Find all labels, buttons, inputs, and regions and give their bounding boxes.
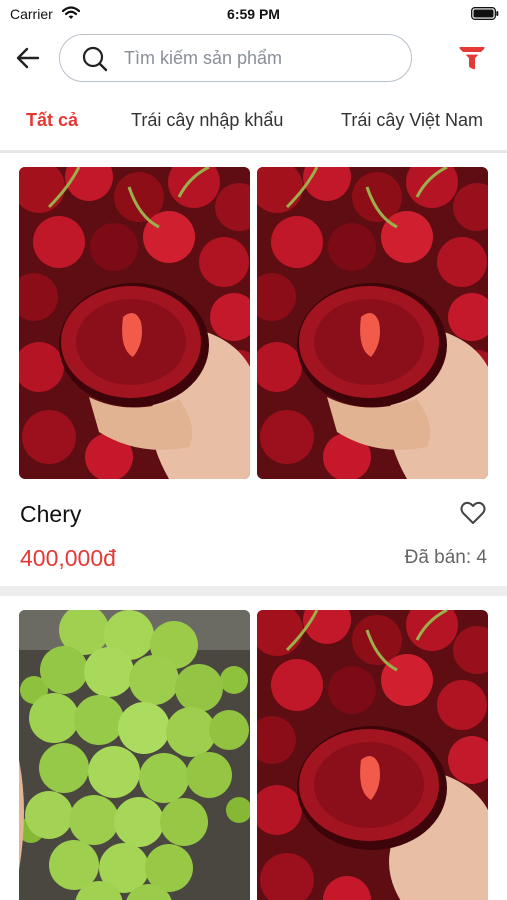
favorite-button[interactable]	[459, 499, 487, 527]
product-list-screen: Carrier 6:59 PM Tìm kiếm sản phẩm Tất cả…	[0, 0, 507, 900]
product-name[interactable]: Chery	[20, 501, 81, 528]
tab-all[interactable]: Tất cả	[26, 110, 78, 131]
green-grape-photo	[19, 610, 250, 900]
sold-count: Đã bán: 4	[404, 547, 487, 568]
product-image[interactable]	[19, 610, 250, 900]
product-image[interactable]	[257, 610, 488, 900]
product-image[interactable]	[19, 167, 250, 479]
product-image[interactable]	[257, 167, 488, 479]
filter-button[interactable]	[457, 43, 487, 73]
tab-imported-fruit[interactable]: Trái cây nhập khẩu	[131, 110, 283, 131]
arrow-left-icon	[16, 47, 40, 69]
search-box[interactable]	[59, 34, 412, 82]
status-bar: Carrier 6:59 PM	[0, 0, 507, 28]
category-tabs: Tất cả Trái cây nhập khẩu Trái cây Việt …	[0, 96, 507, 146]
clock-label: 6:59 PM	[227, 6, 280, 22]
product-card[interactable]: Chery 400,000đ Đã bán: 4	[0, 153, 507, 583]
battery-icon	[471, 7, 499, 20]
heart-outline-icon	[460, 501, 486, 524]
tab-vietnam-fruit[interactable]: Trái cây Việt Nam	[341, 110, 483, 131]
cherry-photo	[257, 167, 488, 479]
back-button[interactable]	[14, 44, 42, 72]
search-icon	[82, 46, 108, 72]
product-card[interactable]	[0, 596, 507, 900]
search-input[interactable]	[124, 35, 394, 81]
product-price: 400,000đ	[20, 545, 116, 571]
cherry-photo	[257, 610, 488, 900]
filter-funnel-icon	[457, 43, 487, 73]
section-divider	[0, 586, 507, 596]
cherry-photo	[19, 167, 250, 479]
